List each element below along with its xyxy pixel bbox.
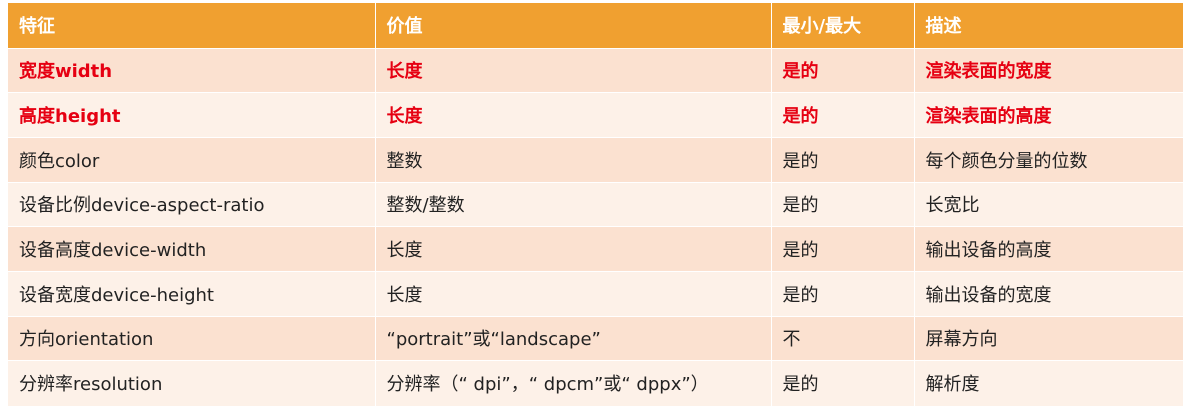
table-row: 设备比例device-aspect-ratio 整数/整数 是的 长宽比 [8, 182, 1183, 227]
cell-value: 长度 [375, 226, 772, 272]
cell-feature: 分辨率resolution [8, 360, 376, 406]
cell-value: 长度 [375, 271, 772, 317]
header-feature: 特征 [8, 3, 376, 48]
cell-value: 长度 [375, 48, 772, 93]
cell-description: 每个颜色分量的位数 [914, 137, 1183, 183]
table-row: 宽度width 长度 是的 渲染表面的宽度 [8, 48, 1183, 93]
header-min-max: 最小/最大 [771, 3, 915, 48]
table-row: 设备高度device-width 长度 是的 输出设备的高度 [8, 226, 1183, 272]
cell-min-max: 是的 [771, 137, 915, 183]
cell-feature: 设备高度device-width [8, 226, 376, 272]
cell-value: 长度 [375, 92, 772, 138]
cell-feature: 颜色color [8, 137, 376, 183]
cell-feature: 高度height [8, 92, 376, 138]
cell-description: 长宽比 [914, 182, 1183, 227]
cell-description: 渲染表面的高度 [914, 92, 1183, 138]
cell-description: 屏幕方向 [914, 316, 1183, 361]
cell-value: “portrait”或“landscape” [375, 316, 772, 361]
header-row: 特征 价值 最小/最大 描述 [8, 3, 1183, 48]
table-row: 高度height 长度 是的 渲染表面的高度 [8, 92, 1183, 138]
cell-min-max: 是的 [771, 182, 915, 227]
cell-description: 渲染表面的宽度 [914, 48, 1183, 93]
cell-feature: 设备宽度device-height [8, 271, 376, 317]
table-body: 宽度width 长度 是的 渲染表面的宽度 高度height 长度 是的 渲染表… [8, 48, 1183, 406]
table-header: 特征 价值 最小/最大 描述 [8, 3, 1183, 48]
cell-min-max: 是的 [771, 226, 915, 272]
cell-feature: 宽度width [8, 48, 376, 93]
cell-description: 解析度 [914, 360, 1183, 406]
table-row: 颜色color 整数 是的 每个颜色分量的位数 [8, 137, 1183, 183]
media-features-table-container: 特征 价值 最小/最大 描述 宽度width 长度 是的 渲染表面的宽度 高度h… [8, 3, 1183, 406]
cell-min-max: 是的 [771, 92, 915, 138]
header-description: 描述 [914, 3, 1183, 48]
table-row: 设备宽度device-height 长度 是的 输出设备的宽度 [8, 271, 1183, 317]
cell-description: 输出设备的高度 [914, 226, 1183, 272]
cell-feature: 设备比例device-aspect-ratio [8, 182, 376, 227]
cell-min-max: 是的 [771, 48, 915, 93]
header-value: 价值 [375, 3, 772, 48]
table-row: 分辨率resolution 分辨率（“ dpi”，“ dpcm”或“ dppx”… [8, 360, 1183, 406]
cell-description: 输出设备的宽度 [914, 271, 1183, 317]
cell-value: 整数/整数 [375, 182, 772, 227]
cell-value: 整数 [375, 137, 772, 183]
cell-min-max: 是的 [771, 271, 915, 317]
media-features-table: 特征 价值 最小/最大 描述 宽度width 长度 是的 渲染表面的宽度 高度h… [8, 3, 1183, 406]
cell-feature: 方向orientation [8, 316, 376, 361]
table-row: 方向orientation “portrait”或“landscape” 不 屏… [8, 316, 1183, 361]
cell-min-max: 不 [771, 316, 915, 361]
cell-min-max: 是的 [771, 360, 915, 406]
cell-value: 分辨率（“ dpi”，“ dpcm”或“ dppx”） [375, 360, 772, 406]
